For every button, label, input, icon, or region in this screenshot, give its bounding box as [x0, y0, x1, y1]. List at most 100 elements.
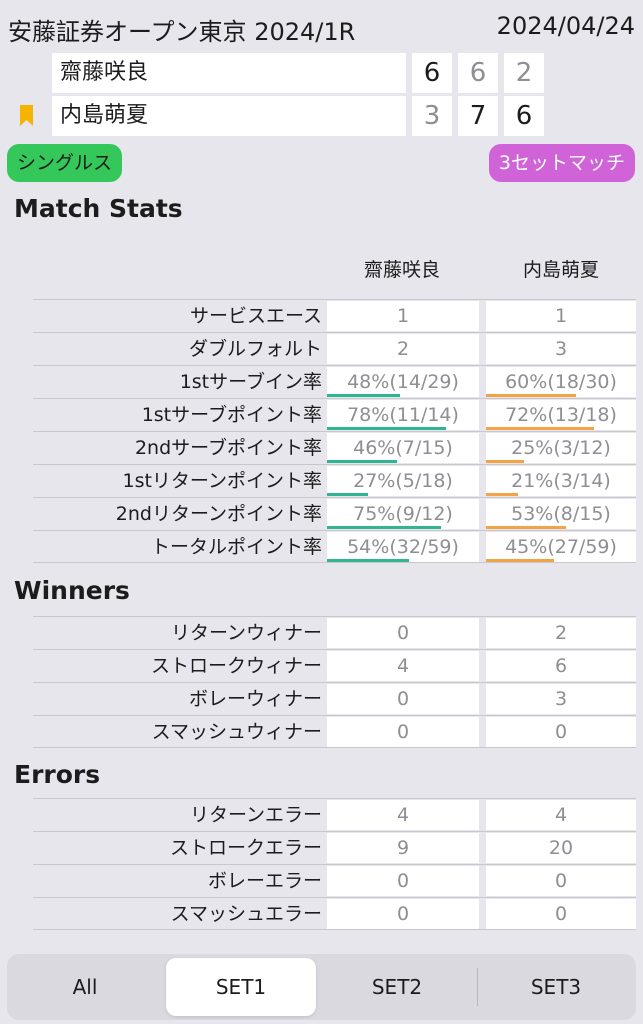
stat-value-player-1: 27%(5/18) [327, 466, 479, 496]
stat-value-text: 60%(18/30) [505, 371, 617, 393]
stat-row: 2ndリターンポイント率 75%(9/12) 53%(8/15) [33, 497, 636, 530]
stat-value-text: 0 [396, 870, 410, 892]
stat-value-text: 54%(32/59) [347, 536, 459, 558]
set-score: 2 [504, 53, 544, 93]
percentage-bar [486, 460, 524, 463]
stat-label: 1stサーブポイント率 [141, 404, 322, 426]
match-type-badge: シングルス [7, 144, 123, 182]
stat-value-player-2: 2 [486, 618, 636, 648]
stat-value-text: 46%(7/15) [353, 437, 453, 459]
stat-value-player-1: 9 [327, 833, 479, 863]
stat-value-text: 25%(3/12) [511, 437, 611, 459]
player-row-1: 齋藤咲良 6 6 2 [0, 53, 643, 93]
stat-value-text: 0 [396, 622, 410, 644]
stat-row: ボレーエラー 0 0 [33, 864, 636, 897]
stat-value-text: 0 [396, 688, 410, 710]
tab-separator [477, 968, 478, 1006]
percentage-bar [486, 427, 594, 430]
stat-value-text: 0 [554, 721, 568, 743]
tournament-title: 安藤証券オープン東京 2024/1R [8, 18, 356, 46]
stat-value-player-1: 2 [327, 334, 479, 364]
stat-label: スマッシュエラー [170, 903, 322, 925]
section-title-match-stats: Match Stats [14, 194, 183, 223]
stat-value-text: 6 [554, 655, 568, 677]
set-score: 3 [412, 96, 452, 136]
stat-label: サービスエース [189, 305, 322, 327]
stat-value-player-2: 3 [486, 334, 636, 364]
stat-row: 1stサーブポイント率 78%(11/14) 72%(13/18) [33, 398, 636, 431]
stat-value-text: 21%(3/14) [511, 470, 611, 492]
stat-row: ストロークエラー 9 20 [33, 831, 636, 864]
stat-value-player-2: 25%(3/12) [486, 433, 636, 463]
stat-value-text: 45%(27/59) [505, 536, 617, 558]
section-title-winners: Winners [14, 576, 130, 605]
stat-value-text: 2 [396, 338, 410, 360]
stat-value-text: 4 [396, 804, 410, 826]
tab-all[interactable]: All [10, 958, 160, 1016]
stat-label: ボレーウィナー [188, 688, 322, 710]
stat-row: ストロークウィナー 4 6 [33, 649, 636, 682]
stat-value-player-1: 4 [327, 800, 479, 830]
stat-value-text: 0 [396, 721, 410, 743]
percentage-bar [486, 526, 566, 529]
stat-value-player-2: 6 [486, 651, 636, 681]
stat-value-player-2: 72%(13/18) [486, 400, 636, 430]
percentage-bar [327, 460, 397, 463]
player-name: 齋藤咲良 [52, 53, 406, 93]
stat-value-player-1: 48%(14/29) [327, 367, 479, 397]
stat-row: 1stサーブイン率 48%(14/29) 60%(18/30) [33, 365, 636, 398]
stat-value-player-2: 3 [486, 684, 636, 714]
stat-value-player-2: 0 [486, 899, 636, 929]
tab-set3[interactable]: SET3 [481, 958, 631, 1016]
set-score: 7 [458, 96, 498, 136]
stat-row: 2ndサーブポイント率 46%(7/15) 25%(3/12) [33, 431, 636, 464]
stat-label: 2ndリターンポイント率 [115, 503, 322, 525]
stat-row: リターンエラー 4 4 [33, 798, 636, 831]
stat-value-player-2: 0 [486, 717, 636, 747]
stat-row: トータルポイント率 54%(32/59) 45%(27/59) [33, 530, 636, 563]
match-format-badge: 3セットマッチ [488, 144, 635, 182]
player-row-2: 内島萌夏 3 7 6 [0, 96, 643, 136]
stat-label: トータルポイント率 [150, 536, 322, 558]
stat-value-text: 3 [554, 338, 568, 360]
tab-set2[interactable]: SET2 [322, 958, 472, 1016]
stat-value-text: 48%(14/29) [347, 371, 459, 393]
player-name: 内島萌夏 [52, 96, 406, 136]
tab-set1[interactable]: SET1 [166, 958, 316, 1016]
stat-value-text: 2 [554, 622, 568, 644]
stat-value-text: 20 [548, 837, 574, 859]
percentage-bar [486, 493, 518, 496]
set-score: 6 [412, 53, 452, 93]
stat-label: ダブルフォルト [188, 338, 322, 360]
stat-value-player-2: 60%(18/30) [486, 367, 636, 397]
stat-label: 1stリターンポイント率 [122, 470, 323, 492]
stat-row: スマッシュエラー 0 0 [33, 897, 636, 930]
stat-value-text: 72%(13/18) [505, 404, 617, 426]
percentage-bar [486, 559, 554, 562]
percentage-bar [327, 493, 368, 496]
stat-label: リターンウィナー [170, 622, 322, 644]
set-tab-bar: All SET1 SET2 SET3 [7, 954, 636, 1020]
stat-label: ストロークエラー [169, 837, 322, 859]
stat-value-player-1: 0 [327, 866, 479, 896]
stat-label: ストロークウィナー [150, 655, 322, 677]
match-header: 安藤証券オープン東京 2024/1R 2024/04/24 [0, 0, 643, 52]
stat-label: ボレーエラー [207, 870, 322, 892]
stat-value-player-1: 1 [327, 301, 479, 331]
stat-row: 1stリターンポイント率 27%(5/18) 21%(3/14) [33, 464, 636, 497]
percentage-bar [486, 394, 576, 397]
stat-value-player-1: 54%(32/59) [327, 532, 479, 562]
stat-value-text: 4 [554, 804, 568, 826]
stat-value-player-2: 45%(27/59) [486, 532, 636, 562]
set-score: 6 [504, 96, 544, 136]
stat-value-player-1: 46%(7/15) [327, 433, 479, 463]
stat-value-player-2: 0 [486, 866, 636, 896]
column-header-player-1: 齋藤咲良 [363, 259, 440, 281]
stat-row: リターンウィナー 0 2 [33, 616, 636, 649]
stat-value-player-1: 75%(9/12) [327, 499, 479, 529]
stat-value-player-1: 0 [327, 618, 479, 648]
percentage-bar [327, 559, 409, 562]
stat-value-player-2: 20 [486, 833, 636, 863]
stat-value-text: 4 [396, 655, 410, 677]
set-score: 6 [458, 53, 498, 93]
